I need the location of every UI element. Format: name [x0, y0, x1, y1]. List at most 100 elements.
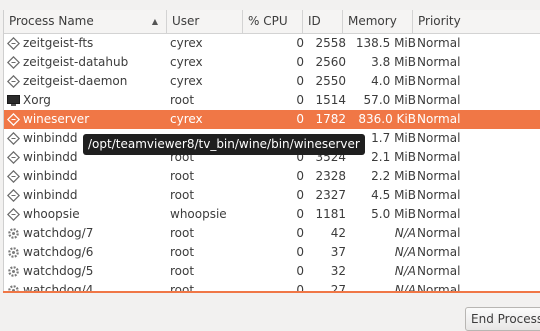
table-bottom-edge: [3, 291, 540, 293]
diamond-process-icon: [6, 36, 21, 51]
user-cell: root: [170, 93, 195, 107]
table-row[interactable]: whoopsie whoopsie 0 1181 5.0 MiB Normal: [4, 205, 540, 224]
column-header-priority[interactable]: Priority: [413, 10, 540, 33]
user-cell: root: [170, 264, 195, 278]
table-row[interactable]: wineserver cyrex 0 1782 836.0 KiB Normal: [4, 110, 540, 129]
pid-cell: 2558: [315, 36, 346, 50]
priority-cell: Normal: [417, 112, 461, 126]
user-cell: root: [170, 188, 195, 202]
diamond-process-icon: [6, 55, 21, 70]
cpu-cell: 0: [296, 55, 304, 69]
column-header-memory[interactable]: Memory: [343, 10, 413, 33]
cpu-cell: 0: [296, 188, 304, 202]
cpu-cell: 0: [296, 264, 304, 278]
end-process-button[interactable]: End Process: [465, 307, 540, 331]
column-label-priority: Priority: [418, 14, 461, 28]
priority-cell: Normal: [417, 36, 461, 50]
diamond-process-icon: [6, 150, 21, 165]
memory-cell: 2.2 MiB: [371, 169, 416, 183]
gear-process-icon: [7, 227, 20, 240]
pid-cell: 2328: [315, 169, 346, 183]
process-name-cell: watchdog/6: [23, 245, 94, 259]
diamond-process-icon: [6, 74, 21, 89]
column-label-id: ID: [308, 14, 321, 28]
pid-cell: 37: [330, 245, 346, 259]
priority-cell: Normal: [417, 131, 461, 145]
process-name-cell: winbindd: [23, 131, 78, 145]
pid-cell: 2327: [315, 188, 346, 202]
table-row[interactable]: watchdog/5 root 0 32 N/A Normal: [4, 262, 540, 281]
priority-cell: Normal: [417, 55, 461, 69]
process-name-cell: watchdog/5: [23, 264, 94, 278]
gear-process-icon: [7, 246, 20, 259]
memory-cell: 836.0 KiB: [358, 112, 416, 126]
table-row[interactable]: winbindd root 0 2327 4.5 MiB Normal: [4, 186, 540, 205]
user-cell: cyrex: [170, 112, 203, 126]
priority-cell: Normal: [417, 93, 461, 107]
user-cell: root: [170, 169, 195, 183]
process-name-cell: zeitgeist-datahub: [23, 55, 129, 69]
priority-cell: Normal: [417, 169, 461, 183]
user-cell: root: [170, 226, 195, 240]
pid-cell: 2560: [315, 55, 346, 69]
priority-cell: Normal: [417, 207, 461, 221]
memory-cell: N/A: [394, 245, 416, 259]
process-name-cell: wineserver: [23, 112, 90, 126]
process-name-cell: whoopsie: [23, 207, 80, 221]
diamond-process-icon: [6, 112, 21, 127]
table-row[interactable]: zeitgeist-fts cyrex 0 2558 138.5 MiB Normal: [4, 34, 540, 53]
user-cell: root: [170, 245, 195, 259]
priority-cell: Normal: [417, 245, 461, 259]
column-header-id[interactable]: ID: [303, 10, 343, 33]
memory-cell: N/A: [394, 264, 416, 278]
pid-cell: 2550: [315, 74, 346, 88]
process-name-cell: zeitgeist-fts: [23, 36, 94, 50]
pid-cell: 32: [330, 264, 346, 278]
cpu-cell: 0: [296, 245, 304, 259]
memory-cell: 1.7 MiB: [371, 131, 416, 145]
user-cell: whoopsie: [170, 207, 227, 221]
memory-cell: 4.5 MiB: [371, 188, 416, 202]
cpu-cell: 0: [296, 36, 304, 50]
priority-cell: Normal: [417, 150, 461, 164]
priority-cell: Normal: [417, 264, 461, 278]
memory-cell: 57.0 MiB: [363, 93, 416, 107]
table-row[interactable]: watchdog/6 root 0 37 N/A Normal: [4, 243, 540, 262]
column-header-user[interactable]: User: [167, 10, 243, 33]
memory-cell: 2.1 MiB: [371, 150, 416, 164]
pid-cell: 1181: [315, 207, 346, 221]
table-row[interactable]: winbindd root 0 2328 2.2 MiB Normal: [4, 167, 540, 186]
cpu-cell: 0: [296, 207, 304, 221]
column-header-cpu[interactable]: % CPU: [243, 10, 303, 33]
pid-cell: 42: [330, 226, 346, 240]
process-name-cell: watchdog/7: [23, 226, 94, 240]
process-name-cell: winbindd: [23, 169, 78, 183]
memory-cell: 3.8 MiB: [371, 55, 416, 69]
diamond-process-icon: [6, 188, 21, 203]
column-label-user: User: [172, 14, 200, 28]
process-path-tooltip: /opt/teamviewer8/tv_bin/wine/bin/wineser…: [83, 134, 365, 155]
table-row[interactable]: zeitgeist-daemon cyrex 0 2550 4.0 MiB Normal: [4, 72, 540, 91]
cpu-cell: 0: [296, 169, 304, 183]
column-label-cpu: % CPU: [248, 14, 288, 28]
cpu-cell: 0: [296, 226, 304, 240]
user-cell: cyrex: [170, 55, 203, 69]
gear-process-icon: [7, 265, 20, 278]
cpu-cell: 0: [296, 93, 304, 107]
process-name-cell: winbindd: [23, 150, 78, 164]
column-label-process-name: Process Name: [9, 14, 94, 28]
diamond-process-icon: [6, 207, 21, 222]
memory-cell: 138.5 MiB: [355, 36, 416, 50]
table-row[interactable]: Xorg root 0 1514 57.0 MiB Normal: [4, 91, 540, 110]
user-cell: cyrex: [170, 36, 203, 50]
memory-cell: 5.0 MiB: [371, 207, 416, 221]
table-row[interactable]: zeitgeist-datahub cyrex 0 2560 3.8 MiB Normal: [4, 53, 540, 72]
column-header-process-name[interactable]: Process Name ▲: [4, 10, 167, 33]
memory-cell: N/A: [394, 226, 416, 240]
process-name-cell: zeitgeist-daemon: [23, 74, 128, 88]
monitor-icon: [7, 94, 20, 107]
table-row[interactable]: watchdog/7 root 0 42 N/A Normal: [4, 224, 540, 243]
priority-cell: Normal: [417, 226, 461, 240]
priority-cell: Normal: [417, 74, 461, 88]
table-header: Process Name ▲ User % CPU ID Memory Prio…: [4, 10, 540, 34]
